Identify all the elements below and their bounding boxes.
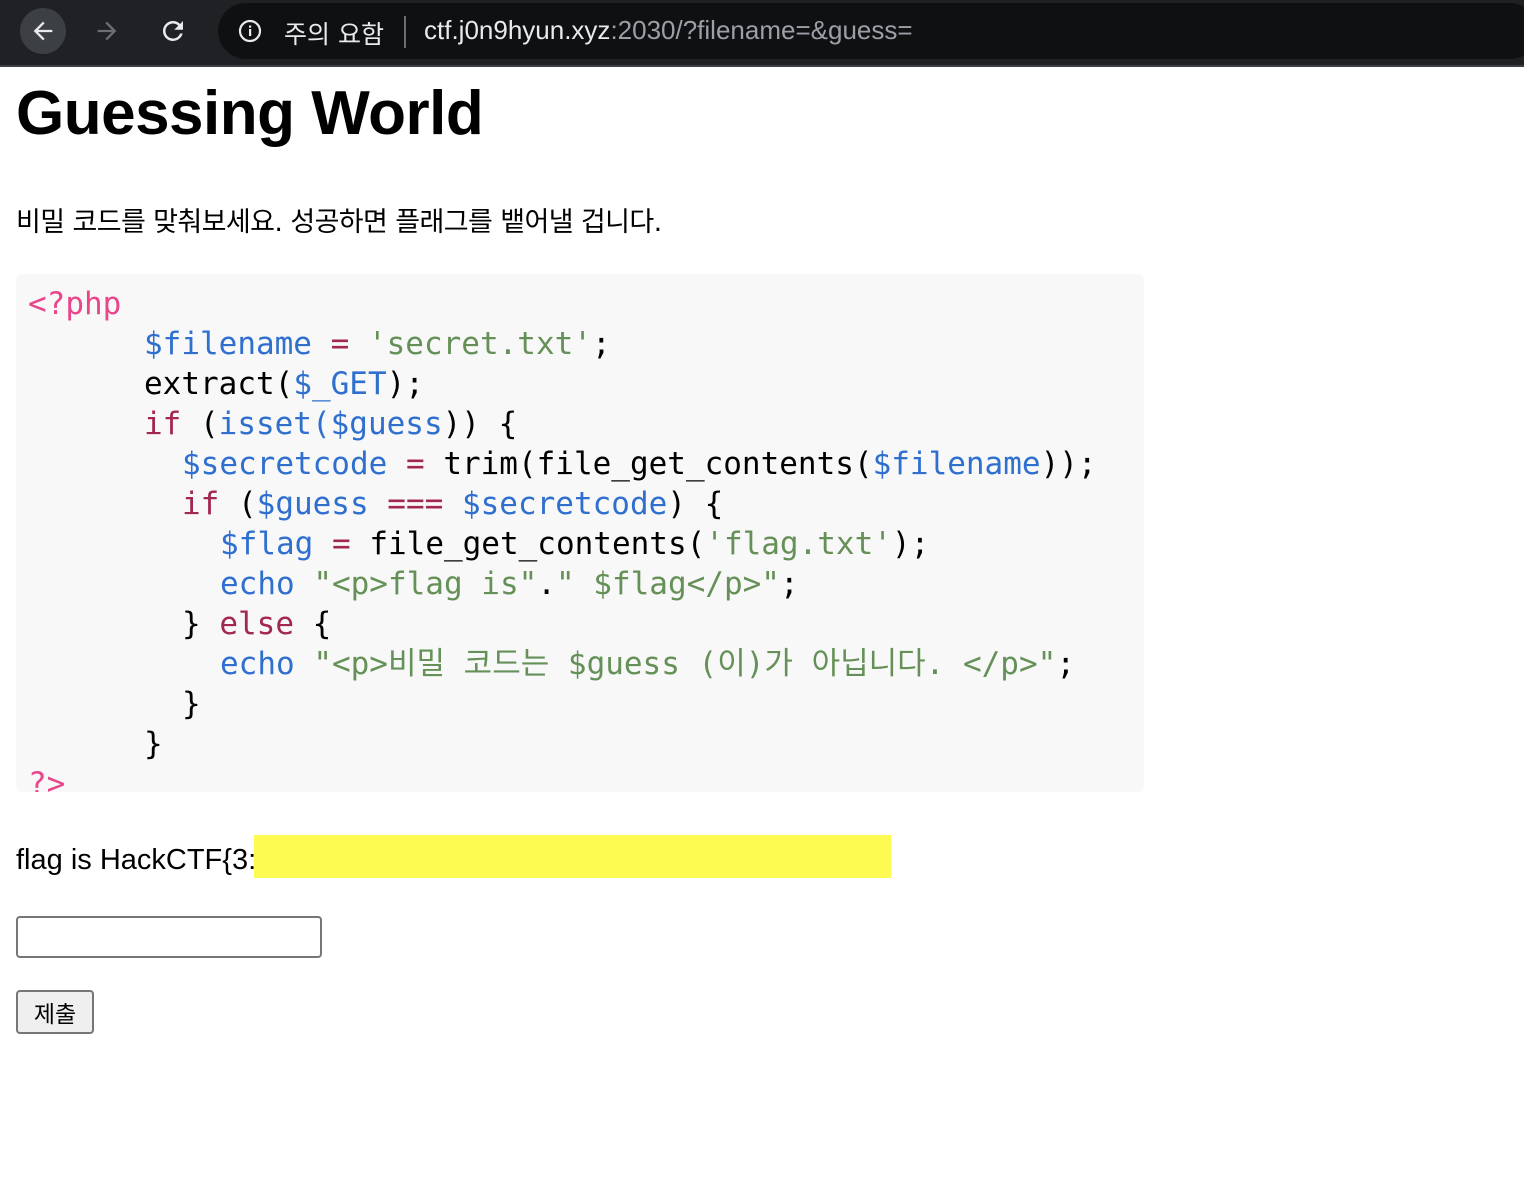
source-code-block: <?php $filename = 'secret.txt'; extract(… [16,274,1144,792]
code-token: ; [1056,646,1075,682]
intro-text: 비밀 코드를 맞춰보세요. 성공하면 플래그를 뱉어낼 겁니다. [16,207,662,238]
code-line-7: $flag = file_get_contents('flag.txt'); [220,524,929,564]
code-line-5: $secretcode = trim(file_get_contents($fi… [182,444,1097,484]
code-token: ); [891,526,930,562]
code-token: $guess [330,406,443,442]
code-token: $secretcode [182,446,388,482]
forward-arrow-icon [97,21,117,41]
code-token: )) { [442,406,518,442]
code-token: if [182,486,220,522]
back-button[interactable] [20,8,66,54]
code-line-13: ?> [28,764,65,792]
code-token: isset( [218,406,331,442]
code-token: $_GET [293,366,387,402]
info-icon[interactable] [238,19,262,43]
code-token: else [219,606,294,642]
url-host: ctf.j0n9hyun.xyz [424,15,611,45]
code-token: 'flag.txt' [705,526,892,562]
submit-button[interactable]: 제출 [16,990,94,1034]
code-token: $filename [872,446,1041,482]
code-token: === [368,486,462,522]
code-token: ( [219,486,257,522]
code-token: echo [220,646,295,682]
code-token: "<p>flag is" [294,566,538,602]
code-line-9: } else { [182,604,331,644]
reload-button[interactable] [150,8,196,54]
code-token: if [144,406,182,442]
code-line-12: } [144,724,163,764]
url-text[interactable]: ctf.j0n9hyun.xyz:2030/?filename=&guess= [424,15,913,46]
code-token: ; [779,566,799,602]
code-token: " $flag</p>" [555,566,780,602]
page-title: Guessing World [16,79,484,148]
address-bar[interactable]: 주의 요함 ctf.j0n9hyun.xyz:2030/?filename=&g… [218,3,1524,59]
php-open-tag: <?php [28,286,122,322]
code-token: ; [591,326,611,362]
code-line-8: echo "<p>flag is"." $flag</p>"; [220,564,799,604]
omnibox-divider [404,16,406,48]
guess-input[interactable] [16,916,322,958]
code-line-1: <?php [28,284,121,324]
code-token: echo [220,566,295,602]
code-token: = [313,526,370,562]
code-line-6: if ($guess === $secretcode) { [182,484,723,524]
code-token: = [311,326,368,362]
code-token: $secretcode [461,486,668,522]
code-line-10: echo "<p>비밀 코드는 $guess (이)가 아닙니다. </p>"; [220,644,1075,684]
code-token: $filename [144,326,312,362]
php-close-tag: ?> [28,766,66,792]
code-line-11: } [182,684,201,724]
url-path: :2030/?filename=&guess= [610,15,913,45]
code-token: 'secret.txt' [367,326,592,362]
code-token: { [293,606,332,642]
code-line-3: extract($_GET); [144,364,424,404]
code-token: $flag [220,526,314,562]
flag-output: flag is HackCTF{3: [16,844,257,876]
code-line-2: $filename = 'secret.txt'; [144,324,611,364]
code-token: } [144,726,163,762]
reload-icon [162,20,183,41]
code-token: ); [386,366,424,402]
code-token: ) { [667,486,724,522]
code-token: trim(file_get_contents( [443,446,873,482]
forward-button[interactable] [84,8,130,54]
code-token: )); [1040,446,1097,482]
code-token: extract( [144,366,294,402]
code-token: file_get_contents( [369,526,706,562]
back-arrow-icon [33,21,53,41]
code-token: "<p>비밀 코드는 $guess (이)가 아닙니다. </p>" [294,646,1057,682]
code-line-4: if (isset($guess)) { [144,404,517,444]
code-token: ( [181,406,219,442]
code-token: } [182,686,201,722]
code-token: . [537,566,556,602]
code-token: } [182,606,220,642]
code-token: $guess [256,486,369,522]
redaction-highlight [254,835,891,878]
security-label[interactable]: 주의 요함 [284,15,384,51]
browser-toolbar: 주의 요함 ctf.j0n9hyun.xyz:2030/?filename=&g… [0,0,1524,67]
code-token: = [387,446,444,482]
